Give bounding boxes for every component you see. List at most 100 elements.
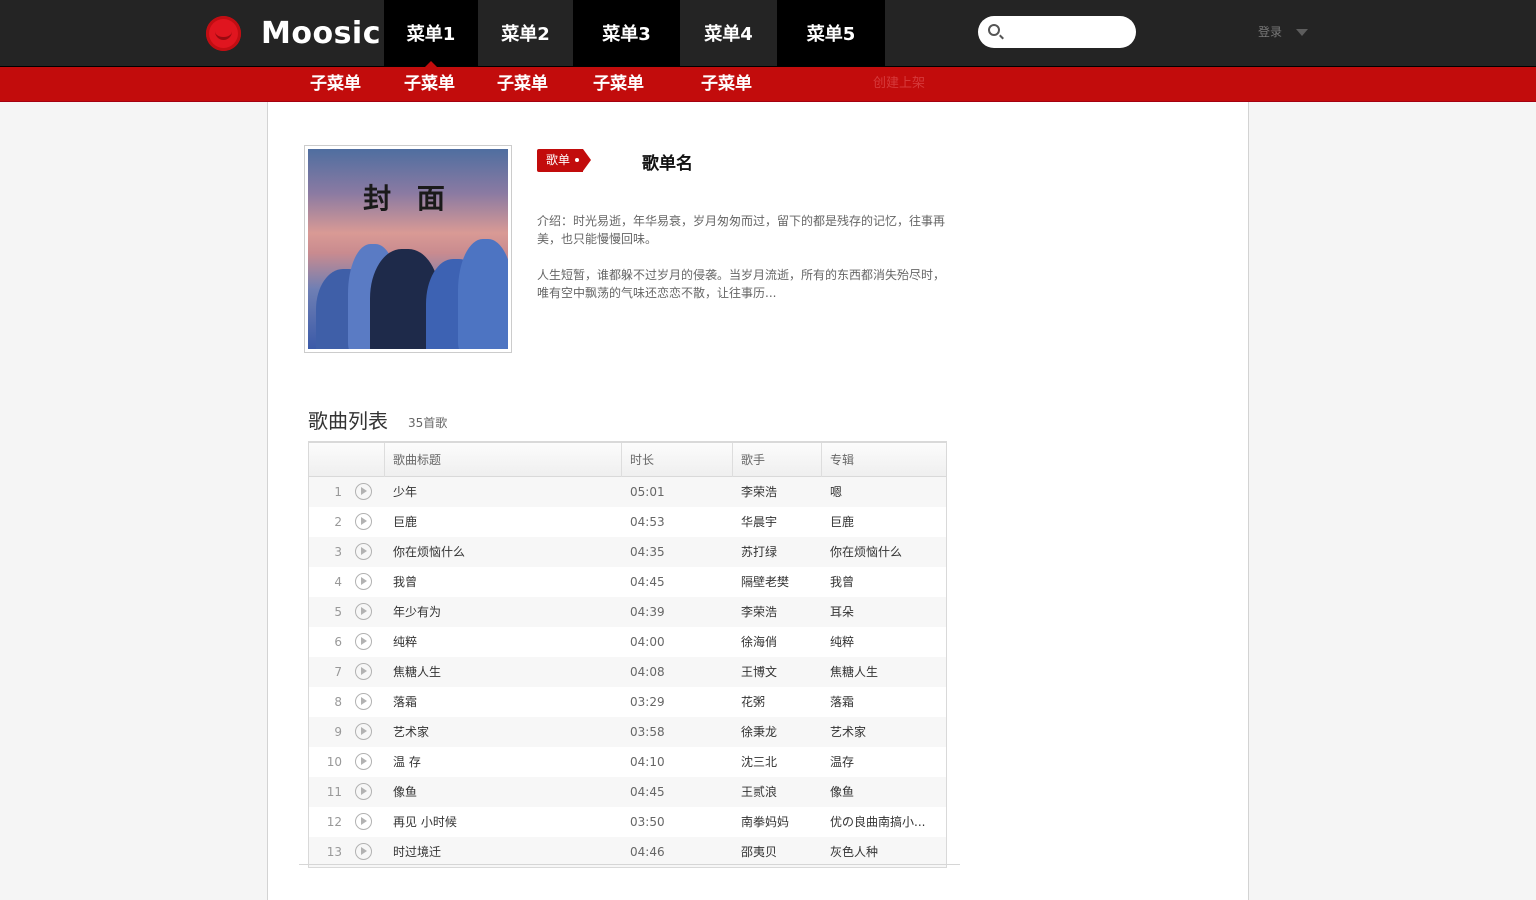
song-album[interactable]: 艺术家 [830,717,938,747]
main-menu: 菜单1 菜单2 菜单3 菜单4 菜单5 [384,0,885,67]
song-artist[interactable]: 李荣浩 [741,477,821,507]
playlist-name: 歌单名 [642,154,693,174]
logo[interactable]: Moosic [206,14,381,54]
song-artist[interactable]: 华晨宇 [741,507,821,537]
song-title[interactable]: 巨鹿 [393,507,613,537]
table-row[interactable]: 8 落霜 03:29 花粥 落霜 [309,687,946,717]
play-icon[interactable] [355,783,372,800]
table-row[interactable]: 10 温 存 04:10 沈三北 温存 [309,747,946,777]
table-divider [299,864,960,865]
song-title[interactable]: 你在烦恼什么 [393,537,613,567]
song-album[interactable]: 巨鹿 [830,507,938,537]
play-icon[interactable] [355,663,372,680]
song-artist[interactable]: 徐秉龙 [741,717,821,747]
song-title[interactable]: 少年 [393,477,613,507]
login-link[interactable]: 登录 [1258,23,1282,40]
song-artist[interactable]: 邵夷贝 [741,837,821,867]
song-album[interactable]: 嗯 [830,477,938,507]
song-album[interactable]: 落霜 [830,687,938,717]
song-number: 6 [334,635,342,649]
playlist-cover: 封 面 [304,145,512,353]
play-icon[interactable] [355,633,372,650]
song-title[interactable]: 焦糖人生 [393,657,613,687]
song-artist[interactable]: 沈三北 [741,747,821,777]
play-icon[interactable] [355,543,372,560]
submenu-item-3[interactable]: 子菜单 [497,67,548,101]
submenu-item-5[interactable]: 子菜单 [701,67,752,101]
table-row[interactable]: 9 艺术家 03:58 徐秉龙 艺术家 [309,717,946,747]
table-row[interactable]: 13 时过境迁 04:46 邵夷贝 灰色人种 [309,837,946,867]
song-album[interactable]: 温存 [830,747,938,777]
menu-item-4[interactable]: 菜单4 [680,0,777,66]
song-duration: 03:29 [630,695,665,709]
song-title[interactable]: 年少有为 [393,597,613,627]
menu-item-2[interactable]: 菜单2 [478,0,573,66]
menu-item-3[interactable]: 菜单3 [573,0,680,66]
song-album[interactable]: 纯粹 [830,627,938,657]
submenu-item-2[interactable]: 子菜单 [404,67,455,101]
song-number: 5 [334,605,342,619]
play-icon[interactable] [355,813,372,830]
song-album[interactable]: 我曾 [830,567,938,597]
song-artist[interactable]: 徐海俏 [741,627,821,657]
menu-item-label: 菜单3 [602,24,651,45]
song-title[interactable]: 时过境迁 [393,837,613,867]
play-icon[interactable] [355,573,372,590]
cover-figure [458,239,508,349]
table-row[interactable]: 2 巨鹿 04:53 华晨宇 巨鹿 [309,507,946,537]
song-album[interactable]: 你在烦恼什么 [830,537,938,567]
play-icon[interactable] [355,753,372,770]
song-title[interactable]: 像鱼 [393,777,613,807]
search-input[interactable] [1006,22,1126,42]
play-icon[interactable] [355,603,372,620]
sub-navigation-bar: 子菜单 子菜单 子菜单 子菜单 子菜单 创建上架 [0,67,1536,102]
play-icon[interactable] [355,693,372,710]
menu-item-label: 菜单5 [806,24,856,45]
chevron-down-icon[interactable] [1296,29,1308,36]
song-title[interactable]: 我曾 [393,567,613,597]
song-artist[interactable]: 苏打绿 [741,537,821,567]
submenu-item-4[interactable]: 子菜单 [593,67,644,101]
song-duration: 04:10 [630,755,665,769]
song-title[interactable]: 温 存 [393,747,613,777]
top-navigation-bar: Moosic 菜单1 菜单2 菜单3 菜单4 菜单5 登录 [0,0,1536,67]
logo-text: Moosic [261,16,381,51]
table-row[interactable]: 1 少年 05:01 李荣浩嗯 [309,477,946,507]
song-artist[interactable]: 花粥 [741,687,821,717]
song-album[interactable]: 灰色人种 [830,837,938,867]
song-title[interactable]: 纯粹 [393,627,613,657]
column-header-duration: 时长 [621,443,733,477]
song-album[interactable]: 焦糖人生 [830,657,938,687]
table-row[interactable]: 12 再见 小时候 03:50 南拳妈妈 优の良曲南搞小... [309,807,946,837]
table-row[interactable]: 6 纯粹 04:00 徐海俏 纯粹 [309,627,946,657]
play-icon[interactable] [355,513,372,530]
menu-item-1[interactable]: 菜单1 [384,0,478,67]
song-artist[interactable]: 李荣浩 [741,597,821,627]
table-row[interactable]: 7 焦糖人生 04:08 王博文 焦糖人生 [309,657,946,687]
song-artist[interactable]: 王博文 [741,657,821,687]
song-number: 11 [326,785,342,799]
submenu-item-6[interactable]: 创建上架 [873,67,925,101]
song-album[interactable]: 优の良曲南搞小... [830,807,938,837]
song-number: 8 [334,695,342,709]
table-row[interactable]: 11 像鱼 04:45 王贰浪 像鱼 [309,777,946,807]
song-title[interactable]: 落霜 [393,687,613,717]
play-icon[interactable] [355,843,372,860]
song-duration: 04:35 [630,545,665,559]
play-icon[interactable] [355,723,372,740]
play-icon[interactable] [355,483,372,500]
table-row[interactable]: 4 我曾 04:45 隔壁老樊 我曾 [309,567,946,597]
submenu-item-1[interactable]: 子菜单 [310,67,361,101]
song-title[interactable]: 再见 小时候 [393,807,613,837]
song-album[interactable]: 耳朵 [830,597,938,627]
song-album[interactable]: 像鱼 [830,777,938,807]
menu-item-label: 菜单2 [501,24,550,45]
menu-item-5[interactable]: 菜单5 [777,0,885,66]
song-title[interactable]: 艺术家 [393,717,613,747]
song-artist[interactable]: 隔壁老樊 [741,567,821,597]
song-artist[interactable]: 南拳妈妈 [741,807,821,837]
table-row[interactable]: 5 年少有为 04:39 李荣浩 耳朵 [309,597,946,627]
table-row[interactable]: 3 你在烦恼什么 04:35 苏打绿 你在烦恼什么 [309,537,946,567]
song-artist[interactable]: 王贰浪 [741,777,821,807]
song-duration: 04:45 [630,575,665,589]
